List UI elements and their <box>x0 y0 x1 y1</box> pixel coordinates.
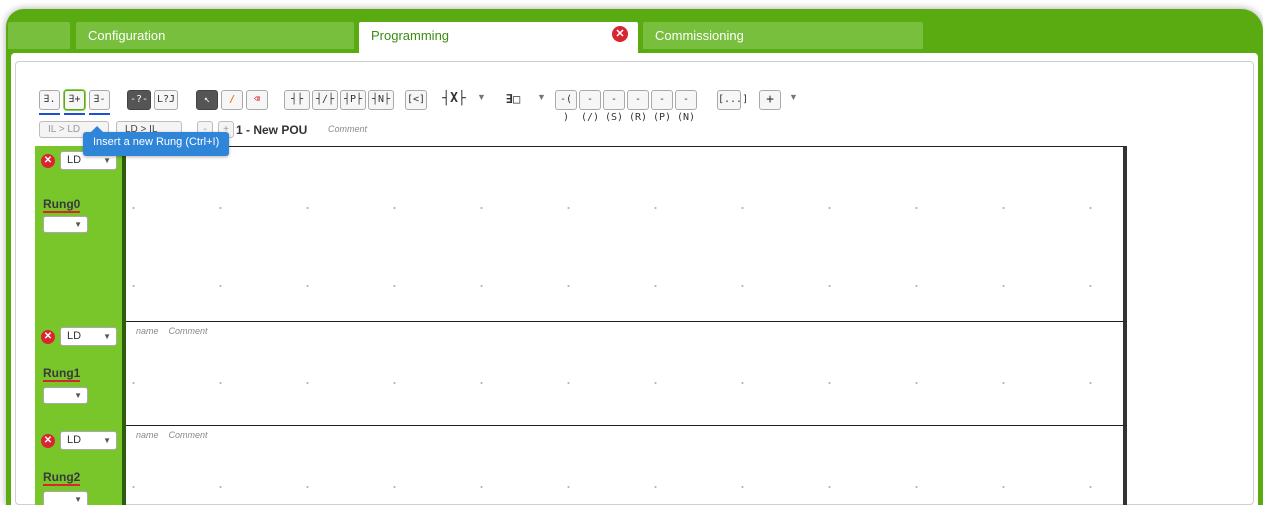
rung-row: ✕ LD ▼ Rung0 ▼ <box>35 146 1127 322</box>
branch-button[interactable]: L?J <box>154 90 178 110</box>
language-value: LD <box>67 154 82 166</box>
close-icon[interactable]: ✕ <box>41 154 55 168</box>
language-value: LD <box>67 434 82 446</box>
pencil-icon: / <box>228 94 236 105</box>
editor-container: ∃. ∃+ ∃- -?- L?J ↖ / ⌫ ┤├ ┤/├ ┤P├ ┤N├ [<… <box>15 61 1254 505</box>
active-underline <box>89 113 110 115</box>
coil-p-button[interactable]: -(P) <box>651 90 673 123</box>
rung-meta[interactable]: name Comment <box>136 430 208 440</box>
insert-rung-after-button[interactable]: ∃+ <box>64 90 85 110</box>
contact-p-button[interactable]: ┤P├ <box>340 90 366 110</box>
rung-mode-button[interactable]: -?- <box>127 90 151 110</box>
rung-meta-comment: Comment <box>168 430 208 440</box>
add-element-button[interactable]: + <box>759 90 781 110</box>
rung-row: ✕ LD ▼ Rung1 ▼ name Comment <box>35 322 1127 426</box>
rung-option-select[interactable]: ▼ <box>43 216 88 233</box>
language-value: LD <box>67 330 82 342</box>
insert-rung-before-button[interactable]: ∃. <box>39 90 60 110</box>
rung-name[interactable]: Rung1 <box>43 367 81 382</box>
rung-header: ✕ LD ▼ Rung2 ▼ <box>35 426 126 505</box>
coil-button[interactable]: -( ) <box>555 90 577 123</box>
caret-down-icon[interactable]: ▼ <box>477 92 486 102</box>
active-underline <box>39 113 60 115</box>
contact-no-button[interactable]: ┤├ <box>284 90 310 110</box>
caret-down-icon: ▼ <box>74 391 82 400</box>
contact-n-button[interactable]: ┤N├ <box>368 90 394 110</box>
rung-meta-comment: Comment <box>168 326 208 336</box>
tab-configuration-label: Configuration <box>88 28 166 43</box>
caret-down-icon: ▼ <box>103 156 111 165</box>
caret-down-icon: ▼ <box>74 220 82 229</box>
coil-reset-button[interactable]: -(R) <box>627 90 649 123</box>
close-icon[interactable]: ✕ <box>41 330 55 344</box>
close-icon[interactable]: ✕ <box>41 434 55 448</box>
rung-option-select[interactable]: ▼ <box>43 491 88 505</box>
draw-tool-button[interactable]: / <box>221 90 243 110</box>
tab-commissioning-label: Commissioning <box>655 28 744 43</box>
rung-meta-name: name <box>136 430 159 440</box>
rung-canvas[interactable]: name Comment <box>126 322 1127 426</box>
tab-bar: Configuration Programming ✕ Commissionin… <box>6 9 1263 54</box>
eraser-icon: ⌫ <box>253 94 261 105</box>
rung-meta-name: name <box>136 326 159 336</box>
contact-nc-button[interactable]: ┤/├ <box>312 90 338 110</box>
block-button[interactable]: ∃□ <box>495 90 531 110</box>
tooltip: Insert a new Rung (Ctrl+I) <box>83 126 230 156</box>
rung-option-select[interactable]: ▼ <box>43 387 88 404</box>
rung-meta[interactable]: name Comment <box>136 326 208 336</box>
tab-programming-label: Programming <box>371 28 450 43</box>
function-block-button[interactable]: ┤X├ <box>436 90 472 110</box>
caret-down-icon[interactable]: ▼ <box>789 92 798 102</box>
rung-canvas[interactable]: name Comment <box>126 426 1127 505</box>
rung-name[interactable]: Rung0 <box>43 198 81 213</box>
language-select[interactable]: LD ▼ <box>60 327 117 346</box>
caret-down-icon: ▼ <box>103 332 111 341</box>
rung-header: ✕ LD ▼ Rung0 ▼ <box>35 146 126 322</box>
tab-commissioning[interactable]: Commissioning <box>643 22 923 49</box>
active-underline <box>64 113 85 115</box>
rung-header: ✕ LD ▼ Rung1 ▼ <box>35 322 126 426</box>
caret-down-icon: ▼ <box>74 495 82 504</box>
jump-button[interactable]: [...] <box>717 90 748 110</box>
caret-down-icon[interactable]: ▼ <box>537 92 546 102</box>
app-window: Configuration Programming ✕ Commissionin… <box>6 9 1263 505</box>
language-select[interactable]: LD ▼ <box>60 431 117 450</box>
tab-programming[interactable]: Programming ✕ <box>359 22 638 54</box>
rung-row: ✕ LD ▼ Rung2 ▼ name Comment <box>35 426 1127 505</box>
coil-not-button[interactable]: -(/) <box>579 90 601 123</box>
compare-button[interactable]: [<] <box>405 90 427 110</box>
cursor-icon: ↖ <box>203 94 211 105</box>
close-icon[interactable]: ✕ <box>612 26 628 42</box>
rung-canvas[interactable] <box>126 146 1127 322</box>
coil-set-button[interactable]: -(S) <box>603 90 625 123</box>
erase-tool-button[interactable]: ⌫ <box>246 90 268 110</box>
tab-configuration[interactable]: Configuration <box>76 22 354 49</box>
tab-blank[interactable] <box>8 22 70 49</box>
ladder-toolbar: ∃. ∃+ ∃- -?- L?J ↖ / ⌫ ┤├ ┤/├ ┤P├ ┤N├ [<… <box>39 90 1139 123</box>
delete-rung-button[interactable]: ∃- <box>89 90 110 110</box>
select-tool-button[interactable]: ↖ <box>196 90 218 110</box>
coil-n-button[interactable]: -(N) <box>675 90 697 123</box>
rung-name[interactable]: Rung2 <box>43 471 81 486</box>
pou-comment[interactable]: Comment <box>328 124 367 134</box>
caret-down-icon: ▼ <box>103 436 111 445</box>
programming-panel: ∃. ∃+ ∃- -?- L?J ↖ / ⌫ ┤├ ┤/├ ┤P├ ┤N├ [<… <box>11 53 1258 505</box>
pou-title: 1 - New POU <box>236 123 308 137</box>
